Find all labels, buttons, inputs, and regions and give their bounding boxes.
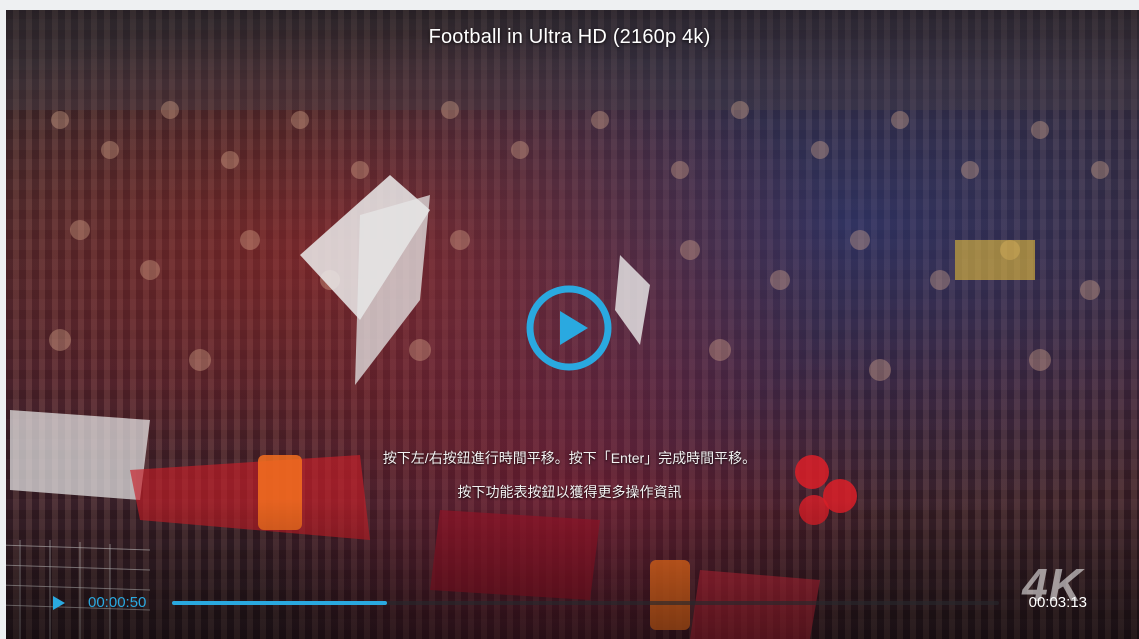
current-time: 00:00:50 [88, 594, 147, 611]
menu-hint-text: 按下功能表按鈕以獲得更多操作資訊 [457, 484, 682, 500]
playback-controls: 00:00:50 00:03:13 [0, 586, 1139, 620]
screen-top-border [0, 0, 1139, 10]
center-play-button[interactable] [524, 283, 614, 373]
play-circle-icon [526, 285, 612, 371]
seek-hint-text: 按下左/右按鈕進行時間平移。按下「Enter」完成時間平移。 [382, 450, 757, 466]
play-control-button[interactable] [52, 595, 66, 611]
total-duration: 00:03:13 [1028, 594, 1087, 611]
seek-bar[interactable] [172, 601, 999, 605]
screen-left-border [0, 0, 6, 639]
seek-bar-progress [172, 601, 388, 605]
video-title: Football in Ultra HD (2160p 4k) [428, 26, 711, 48]
video-player[interactable]: Football in Ultra HD (2160p 4k) 按下左/右按鈕進… [0, 0, 1139, 639]
play-icon [53, 596, 65, 610]
